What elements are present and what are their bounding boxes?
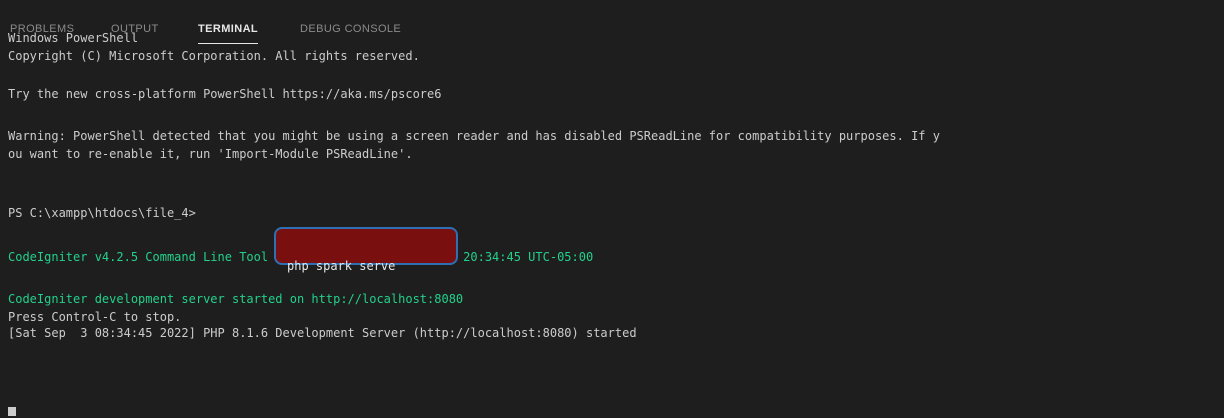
terminal-output[interactable]: Windows PowerShell Copyright (C) Microso… (0, 31, 1224, 418)
terminal-line: ou want to re-enable it, run 'Import-Mod… (8, 147, 413, 161)
tab-debug-console[interactable]: DEBUG CONSOLE (300, 23, 401, 35)
terminal-line: Warning: PowerShell detected that you mi… (8, 129, 940, 143)
terminal-line: Press Control-C to stop. (8, 310, 182, 324)
command-text: php spark serve (287, 259, 396, 273)
active-tab-indicator (198, 43, 259, 44)
tab-label: TERMINAL (198, 23, 259, 35)
tab-terminal[interactable]: TERMINAL (198, 23, 259, 44)
terminal-cursor (8, 407, 16, 416)
prompt: PS C:\xampp\htdocs\file_4> (8, 206, 196, 220)
terminal-line: [Sat Sep 3 08:34:45 2022] PHP 8.1.6 Deve… (8, 326, 637, 340)
terminal-line: Windows PowerShell (8, 31, 139, 45)
terminal-line: Copyright (C) Microsoft Corporation. All… (8, 49, 420, 63)
vscode-panel: PROBLEMS OUTPUT TERMINAL DEBUG CONSOLE W… (0, 0, 1224, 418)
terminal-line: Try the new cross-platform PowerShell ht… (8, 87, 442, 101)
tab-label: DEBUG CONSOLE (300, 23, 402, 35)
terminal-line: CodeIgniter development server started o… (8, 292, 464, 306)
